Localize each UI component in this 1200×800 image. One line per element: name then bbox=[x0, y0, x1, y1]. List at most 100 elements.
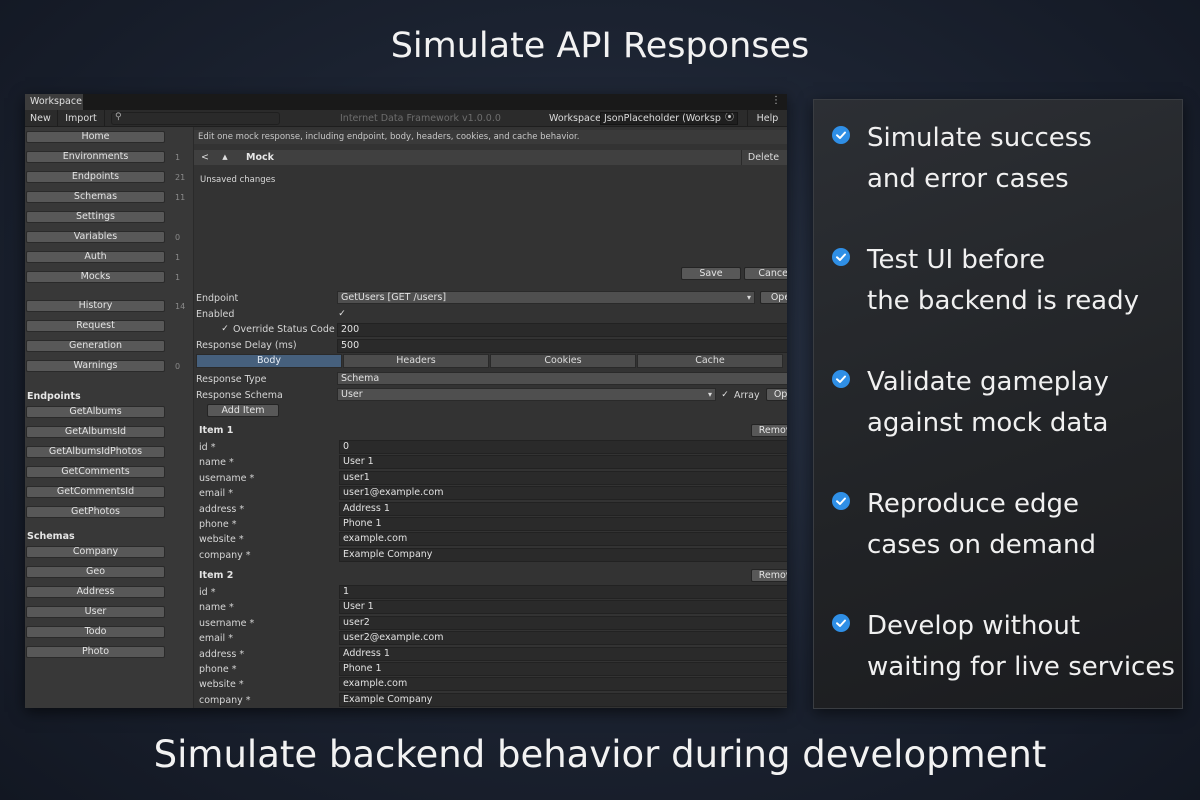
workspace-select[interactable]: JsonPlaceholder (Worksp ⦿ bbox=[600, 112, 738, 125]
field-value[interactable]: user2 bbox=[339, 615, 787, 630]
workspace-tab[interactable]: Workspace bbox=[25, 94, 83, 110]
sidebar-item-home[interactable]: Home bbox=[26, 131, 165, 143]
field-value[interactable]: Phone 1 bbox=[339, 517, 787, 531]
field-value[interactable]: user1 bbox=[339, 470, 787, 485]
endpoint-item[interactable]: GetAlbums bbox=[26, 406, 165, 418]
sidebar-item-schemas[interactable]: Schemas bbox=[26, 191, 165, 203]
schema-item[interactable]: Photo bbox=[26, 646, 165, 658]
import-button[interactable]: Import bbox=[58, 110, 105, 127]
sidebar-item-history[interactable]: History bbox=[26, 300, 165, 312]
feature-item: Simulate success and error cases bbox=[830, 118, 1170, 208]
search-input[interactable]: ⚲ bbox=[111, 112, 280, 125]
remove-item-button[interactable]: Remove bbox=[751, 424, 787, 437]
delete-button[interactable]: Delete bbox=[741, 150, 785, 165]
field-value[interactable]: 0 bbox=[339, 440, 787, 454]
endpoint-select[interactable]: GetUsers [GET /users] ▾ bbox=[337, 291, 755, 304]
sidebar-item-settings[interactable]: Settings bbox=[26, 211, 165, 223]
sidebar: Home Environments 1 Endpoints 21 Schemas 11 Set… bbox=[25, 127, 193, 708]
save-button[interactable]: Save bbox=[681, 267, 741, 280]
up-button[interactable]: ▲ bbox=[216, 150, 234, 165]
status-code-field[interactable]: 200 bbox=[337, 323, 787, 337]
feature-line: waiting for live services bbox=[867, 652, 1175, 682]
override-checkbox[interactable]: ✓ bbox=[220, 324, 230, 334]
endpoint-item[interactable]: GetComments bbox=[26, 466, 165, 478]
field-value[interactable]: user2@example.com bbox=[339, 631, 787, 646]
sidebar-item-request[interactable]: Request bbox=[26, 320, 165, 332]
feature-line: Simulate success bbox=[867, 123, 1092, 153]
endpoint-item[interactable]: GetAlbumsId bbox=[26, 426, 165, 438]
schema-item[interactable]: User bbox=[26, 606, 165, 618]
feature-text: Simulate success and error cases bbox=[867, 118, 1187, 200]
sidebar-item-warnings[interactable]: Warnings bbox=[26, 360, 165, 372]
sidebar-item-generation[interactable]: Generation bbox=[26, 340, 165, 352]
field-value[interactable]: Phone 1 bbox=[339, 662, 787, 676]
item-title: Item 1 bbox=[199, 425, 234, 436]
field-value[interactable]: Example Company bbox=[339, 692, 787, 707]
open-schema-button[interactable]: Open bbox=[766, 388, 787, 401]
tab-body[interactable]: Body bbox=[196, 354, 342, 368]
kebab-menu-icon[interactable]: ⋮ bbox=[771, 95, 781, 106]
sidebar-count: 0 bbox=[175, 362, 181, 371]
tab-cache[interactable]: Cache bbox=[637, 354, 783, 368]
field-value[interactable]: Address 1 bbox=[339, 646, 787, 661]
new-button[interactable]: New bbox=[25, 110, 58, 127]
sidebar-item-endpoints[interactable]: Endpoints bbox=[26, 171, 165, 183]
schema-item[interactable]: Address bbox=[26, 586, 165, 598]
sidebar-item-environments[interactable]: Environments bbox=[26, 151, 165, 163]
remove-item-button[interactable]: Remove bbox=[751, 569, 787, 582]
enabled-checkbox[interactable]: ✓ bbox=[337, 309, 347, 319]
tab-headers[interactable]: Headers bbox=[343, 354, 489, 368]
feature-panel: Simulate success and error cases Test UI b… bbox=[813, 99, 1183, 709]
field-value[interactable]: Address 1 bbox=[339, 501, 787, 516]
field-value[interactable]: 1 bbox=[339, 585, 787, 599]
response-type-select[interactable]: Schema ▾ bbox=[337, 372, 787, 385]
endpoint-item[interactable]: GetAlbumsIdPhotos bbox=[26, 446, 165, 458]
window-tabbar: Workspace ⋮ bbox=[25, 94, 787, 110]
override-status-label: Override Status Code bbox=[233, 324, 335, 335]
sidebar-item-variables[interactable]: Variables bbox=[26, 231, 165, 243]
mock-editor-panel: Edit one mock response, including endpoi… bbox=[194, 127, 787, 708]
field-value[interactable]: Example Company bbox=[339, 547, 787, 562]
sidebar-item-mocks[interactable]: Mocks bbox=[26, 271, 165, 283]
array-label: Array bbox=[734, 390, 760, 401]
field-value[interactable]: example.com bbox=[339, 532, 787, 547]
field-label: website * bbox=[199, 534, 244, 546]
endpoint-label: Endpoint bbox=[196, 293, 239, 304]
panel-description: Edit one mock response, including endpoi… bbox=[194, 130, 787, 144]
headline: Simulate API Responses bbox=[390, 26, 810, 66]
add-item-button[interactable]: Add Item bbox=[207, 404, 279, 417]
field-value[interactable]: User 1 bbox=[339, 455, 787, 470]
response-delay-field[interactable]: 500 bbox=[337, 339, 787, 353]
response-schema-select[interactable]: User ▾ bbox=[337, 388, 716, 401]
tab-cookies[interactable]: Cookies bbox=[490, 354, 636, 368]
field-value[interactable]: User 1 bbox=[339, 600, 787, 615]
toolbar: New Import ⚲ Internet Data Framework v1.… bbox=[25, 110, 787, 127]
check-circle-icon bbox=[832, 614, 850, 632]
feature-line: the backend is ready bbox=[867, 286, 1140, 316]
panel-header: < ▲ Mock Delete bbox=[194, 150, 787, 165]
field-value[interactable]: user1@example.com bbox=[339, 486, 787, 501]
feature-line: Develop without bbox=[867, 611, 1081, 641]
schema-item[interactable]: Company bbox=[26, 546, 165, 558]
feature-line: Validate gameplay bbox=[867, 367, 1109, 397]
feature-item: Develop without waiting for live services bbox=[830, 606, 1175, 696]
array-checkbox[interactable]: ✓ bbox=[720, 390, 730, 400]
field-label: phone * bbox=[199, 519, 237, 530]
schema-item[interactable]: Geo bbox=[26, 566, 165, 578]
open-endpoint-button[interactable]: Open bbox=[760, 291, 787, 304]
cancel-button[interactable]: Cancel bbox=[744, 267, 787, 280]
response-schema-value: User bbox=[341, 389, 363, 400]
feature-text: Test UI before the backend is ready bbox=[867, 240, 1187, 322]
sidebar-item-auth[interactable]: Auth bbox=[26, 251, 165, 263]
field-label: email * bbox=[199, 633, 233, 645]
endpoint-item[interactable]: GetPhotos bbox=[26, 506, 165, 518]
back-button[interactable]: < bbox=[196, 150, 214, 165]
endpoint-item[interactable]: GetCommentsId bbox=[26, 486, 165, 498]
schema-item[interactable]: Todo bbox=[26, 626, 165, 638]
field-label: id * bbox=[199, 587, 216, 598]
help-button[interactable]: Help bbox=[747, 110, 787, 127]
sidebar-count: 0 bbox=[175, 233, 181, 242]
target-icon[interactable]: ⦿ bbox=[725, 113, 734, 124]
field-value[interactable]: example.com bbox=[339, 677, 787, 692]
field-label: website * bbox=[199, 679, 244, 691]
